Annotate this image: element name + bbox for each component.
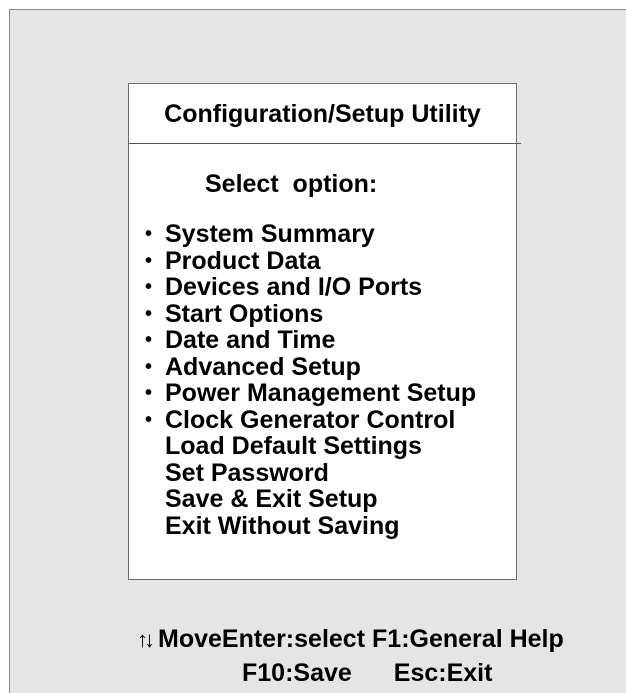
- menu-item-system-summary[interactable]: • System Summary: [145, 221, 476, 248]
- menu-item-load-default-settings[interactable]: Load Default Settings: [145, 433, 476, 460]
- menu-item-devices-io-ports[interactable]: • Devices and I/O Ports: [145, 274, 476, 301]
- menu-item-label: Date and Time: [165, 326, 336, 354]
- menu-item-label: Set Password: [165, 458, 329, 487]
- menu-item-power-management-setup[interactable]: • Power Management Setup: [145, 380, 476, 407]
- key-help-row-2: F10:Save Esc:Exit: [242, 659, 492, 688]
- panel-title: Configuration/Setup Utility: [164, 100, 481, 128]
- menu-item-date-and-time[interactable]: • Date and Time: [145, 327, 476, 354]
- menu-item-label: Power Management Setup: [165, 379, 477, 407]
- menu-item-label: Product Data: [165, 246, 321, 275]
- menu-item-label: Devices and I/O Ports: [165, 273, 423, 301]
- bullet-icon: •: [145, 249, 153, 272]
- menu-item-clock-generator-control[interactable]: • Clock Generator Control: [145, 405, 476, 434]
- bullet-icon: •: [145, 302, 153, 325]
- select-option-prompt: Select option:: [205, 170, 378, 198]
- title-divider: [129, 143, 521, 144]
- menu-item-product-data[interactable]: • Product Data: [145, 246, 476, 275]
- bullet-icon: •: [145, 355, 153, 378]
- bullet-icon: •: [145, 276, 153, 298]
- menu-item-label: Start Options: [165, 299, 324, 328]
- bullet-icon: •: [145, 329, 153, 351]
- esc-exit-hint: Esc:Exit: [393, 659, 493, 687]
- bullet-icon: •: [145, 223, 153, 245]
- menu-item-label: Save & Exit Setup: [165, 485, 378, 513]
- bullet-icon: •: [145, 408, 153, 431]
- menu-item-save-exit-setup[interactable]: Save & Exit Setup: [145, 486, 476, 513]
- menu-item-label: Exit Without Saving: [165, 511, 400, 540]
- menu-item-label: Clock Generator Control: [165, 405, 456, 434]
- f10-save-hint: F10:Save: [242, 659, 352, 687]
- bullet-icon: •: [145, 382, 153, 404]
- menu-item-set-password[interactable]: Set Password: [145, 458, 476, 487]
- setup-menu-panel: Configuration/Setup Utility Select optio…: [128, 83, 521, 580]
- bios-screen: Configuration/Setup Utility Select optio…: [9, 9, 626, 693]
- menu-item-label: Advanced Setup: [165, 352, 361, 381]
- menu-item-exit-without-saving[interactable]: Exit Without Saving: [145, 511, 476, 540]
- menu-item-start-options[interactable]: • Start Options: [145, 299, 476, 328]
- up-down-arrows-icon: ↑↓: [137, 627, 155, 652]
- move-hint: Move: [158, 625, 222, 653]
- key-help-row-1: ↑↓ Move Enter:select F1:General Help: [137, 625, 564, 654]
- menu-item-label: System Summary: [165, 220, 375, 248]
- f1-help-hint: F1:General Help: [372, 625, 564, 653]
- menu-item-label: Load Default Settings: [165, 432, 422, 460]
- setup-option-list: • System Summary • Product Data • Devices a…: [145, 221, 476, 539]
- menu-item-advanced-setup[interactable]: • Advanced Setup: [145, 352, 476, 381]
- enter-select-hint: Enter:select: [221, 625, 366, 653]
